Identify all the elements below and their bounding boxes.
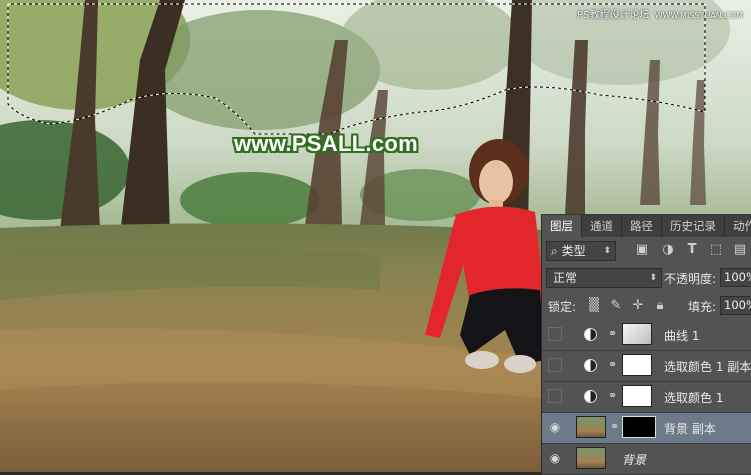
- panel-tabs: 图层 通道 路径 历史记录 动作: [542, 215, 751, 237]
- chevron-updown-icon: ⬍: [649, 273, 657, 283]
- chevron-updown-icon: ⬍: [603, 246, 611, 256]
- layer-row[interactable]: ⚭ 曲线 1: [542, 320, 751, 351]
- eye-icon[interactable]: ◉: [548, 420, 562, 434]
- visibility-toggle[interactable]: [548, 327, 562, 341]
- link-chain-icon[interactable]: ⚭: [608, 327, 617, 340]
- layer-name: 背景: [622, 453, 647, 467]
- visibility-toggle[interactable]: [548, 389, 562, 403]
- layer-thumbnail: [622, 385, 652, 407]
- text-icon[interactable]: T: [684, 242, 700, 258]
- fill-label: 填充:: [688, 300, 717, 314]
- link-chain-icon[interactable]: ⚭: [610, 420, 619, 433]
- tab-history[interactable]: 历史记录: [662, 215, 725, 237]
- layer-row[interactable]: ⚭ 选取颜色 1 副本: [542, 351, 751, 382]
- lock-transparent-icon[interactable]: ▒: [586, 298, 602, 314]
- blend-mode-dropdown[interactable]: 正常 ⬍: [546, 268, 662, 288]
- adjustment-layer-icon: [584, 359, 597, 372]
- tab-paths[interactable]: 路径: [622, 215, 662, 237]
- layer-name: 选取颜色 1: [664, 391, 724, 405]
- layer-thumbnail: [576, 447, 606, 469]
- layer-mask-thumbnail[interactable]: [622, 416, 656, 438]
- lock-move-icon[interactable]: ✛: [630, 298, 646, 314]
- blend-row: 正常 ⬍ 不透明度: 100%: [542, 266, 751, 290]
- layer-thumbnail: [622, 323, 652, 345]
- adjustment-layer-icon: [584, 328, 597, 341]
- shape-icon[interactable]: ⬚: [708, 242, 724, 258]
- tab-channels[interactable]: 通道: [582, 215, 622, 237]
- lock-label: 锁定:: [548, 300, 577, 314]
- tab-layers[interactable]: 图层: [542, 215, 582, 237]
- layer-row[interactable]: ◉ 背景: [542, 444, 751, 475]
- blend-mode-value: 正常: [553, 271, 578, 285]
- layer-row-selected[interactable]: ◉ ⚭ 背景 副本: [542, 413, 751, 444]
- layers-panel: 图层 通道 路径 历史记录 动作 ⌕ 类型 ⬍ ▣ ◑ T ⬚ ▤ 正常 ⬍ 不…: [541, 214, 751, 475]
- tab-actions[interactable]: 动作: [725, 215, 751, 237]
- layer-name: 曲线 1: [664, 329, 700, 343]
- opacity-label: 不透明度:: [664, 272, 717, 286]
- adjustment-circle-icon[interactable]: ◑: [660, 242, 676, 258]
- link-chain-icon[interactable]: ⚭: [608, 389, 617, 402]
- eye-icon[interactable]: ◉: [548, 451, 562, 465]
- layer-row[interactable]: ⚭ 选取颜色 1: [542, 382, 751, 413]
- layer-name: 背景 副本: [664, 422, 716, 436]
- smart-object-icon[interactable]: ▤: [732, 242, 748, 258]
- layer-list: ⚭ 曲线 1 ⚭ 选取颜色 1 副本 ⚭ 选取颜色 1 ◉ ⚭ 背景 副本 ◉ …: [542, 320, 751, 475]
- fill-input[interactable]: 100%: [720, 296, 751, 315]
- layer-thumbnail: [622, 354, 652, 376]
- site-watermark: www.PSALL.com: [234, 131, 418, 156]
- lock-row: 锁定: ▒ ✎ ✛ 🔒︎ 填充: 100%: [542, 295, 751, 317]
- forum-watermark: PS教程设计论坛 WWW.MISSYUAN.COM: [577, 10, 743, 21]
- filter-kind-label: 类型: [561, 244, 586, 258]
- link-chain-icon[interactable]: ⚭: [608, 358, 617, 371]
- search-icon: ⌕: [551, 244, 558, 258]
- adjustment-layer-icon: [584, 390, 597, 403]
- visibility-toggle[interactable]: [548, 358, 562, 372]
- filter-kind-dropdown[interactable]: ⌕ 类型 ⬍: [546, 241, 616, 261]
- lock-brush-icon[interactable]: ✎: [608, 298, 624, 314]
- layer-thumbnail: [576, 416, 606, 438]
- lock-all-icon[interactable]: 🔒︎: [652, 298, 668, 314]
- image-icon[interactable]: ▣: [634, 242, 650, 258]
- layer-name: 选取颜色 1 副本: [664, 360, 751, 374]
- opacity-input[interactable]: 100%: [720, 268, 751, 287]
- filter-row: ⌕ 类型 ⬍ ▣ ◑ T ⬚ ▤: [542, 238, 751, 264]
